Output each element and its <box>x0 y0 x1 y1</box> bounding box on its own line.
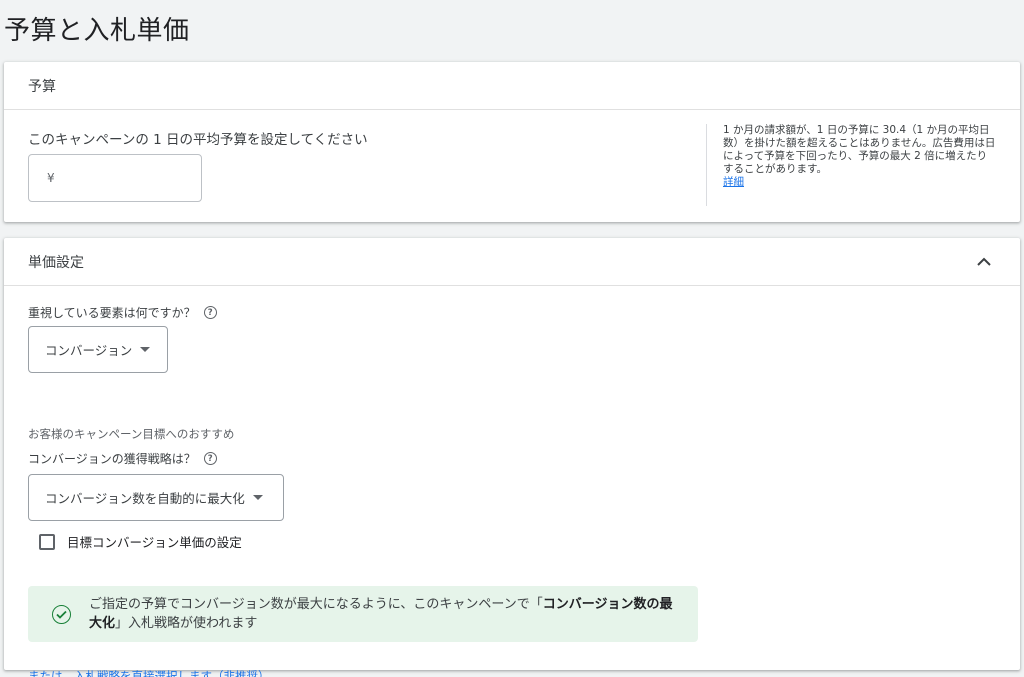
focus-select[interactable]: コンバージョン <box>28 326 168 373</box>
budget-details-link[interactable]: 詳細 <box>723 176 744 188</box>
focus-question-text: 重視している要素は何ですか？ <box>28 306 196 320</box>
select-strategy-directly-link[interactable]: または、入札戦略を直接選択します（非推奨） <box>28 668 270 677</box>
info-prefix: ご指定の予算でコンバージョン数が最大になるように、このキャンペーンで「 <box>89 597 543 612</box>
strategy-select[interactable]: コンバージョン数を自動的に最大化 <box>28 474 284 521</box>
bidding-header-title: 単価設定 <box>28 254 84 271</box>
info-suffix: 」入札戦略が使われます <box>115 616 258 631</box>
daily-budget-input[interactable] <box>60 170 181 186</box>
strategy-select-value: コンバージョン数を自動的に最大化 <box>45 491 245 506</box>
target-cpa-label: 目標コンバージョン単価の設定 <box>67 535 242 550</box>
target-cpa-checkbox[interactable] <box>39 533 55 550</box>
caret-down-icon <box>140 347 151 352</box>
focus-hint: お客様のキャンペーン目標へのおすすめ <box>28 427 235 441</box>
strategy-info-text: ご指定の予算でコンバージョン数が最大になるように、このキャンペーンで「コンバージ… <box>89 595 674 633</box>
budget-label: このキャンペーンの 1 日の平均予算を設定してください <box>28 132 368 148</box>
budget-card: 予算 このキャンペーンの 1 日の平均予算を設定してください ¥ 1 か月の請求… <box>4 62 1020 222</box>
check-circle-icon <box>52 604 71 624</box>
focus-select-value: コンバージョン <box>45 343 133 358</box>
budget-note: 1 か月の請求額が、1 日の予算に 30.4（1 か月の平均日数）を掛けた額を超… <box>706 124 996 206</box>
daily-budget-field[interactable]: ¥ <box>28 154 202 202</box>
budget-body: このキャンペーンの 1 日の平均予算を設定してください ¥ 1 か月の請求額が、… <box>4 110 1020 221</box>
budget-note-text: 1 か月の請求額が、1 日の予算に 30.4（1 か月の平均日数）を掛けた額を超… <box>723 124 996 175</box>
budget-header-title: 予算 <box>28 78 56 95</box>
help-icon[interactable]: ? <box>203 306 217 319</box>
bidding-card: 単価設定 重視している要素は何ですか？ ? コンバージョン お客様のキャンペーン… <box>4 238 1020 677</box>
caret-down-icon <box>252 495 263 500</box>
strategy-question-text: コンバージョンの獲得戦略は？ <box>28 452 196 466</box>
strategy-question: コンバージョンの獲得戦略は？ ? <box>28 450 217 467</box>
focus-question: 重視している要素は何ですか？ ? <box>28 304 217 321</box>
help-icon[interactable]: ? <box>203 452 217 465</box>
strategy-info-banner: ご指定の予算でコンバージョン数が最大になるように、このキャンペーンで「コンバージ… <box>28 586 698 642</box>
target-cpa-checkbox-row[interactable]: 目標コンバージョン単価の設定 <box>39 532 242 551</box>
page-title: 予算と入札単価 <box>4 16 190 46</box>
bidding-card-header[interactable]: 単価設定 <box>4 238 1020 286</box>
currency-symbol: ¥ <box>47 171 55 185</box>
budget-card-header: 予算 <box>4 62 1020 110</box>
chevron-up-icon[interactable] <box>972 250 996 274</box>
bidding-body: 重視している要素は何ですか？ ? コンバージョン お客様のキャンペーン目標へのお… <box>4 286 1020 677</box>
